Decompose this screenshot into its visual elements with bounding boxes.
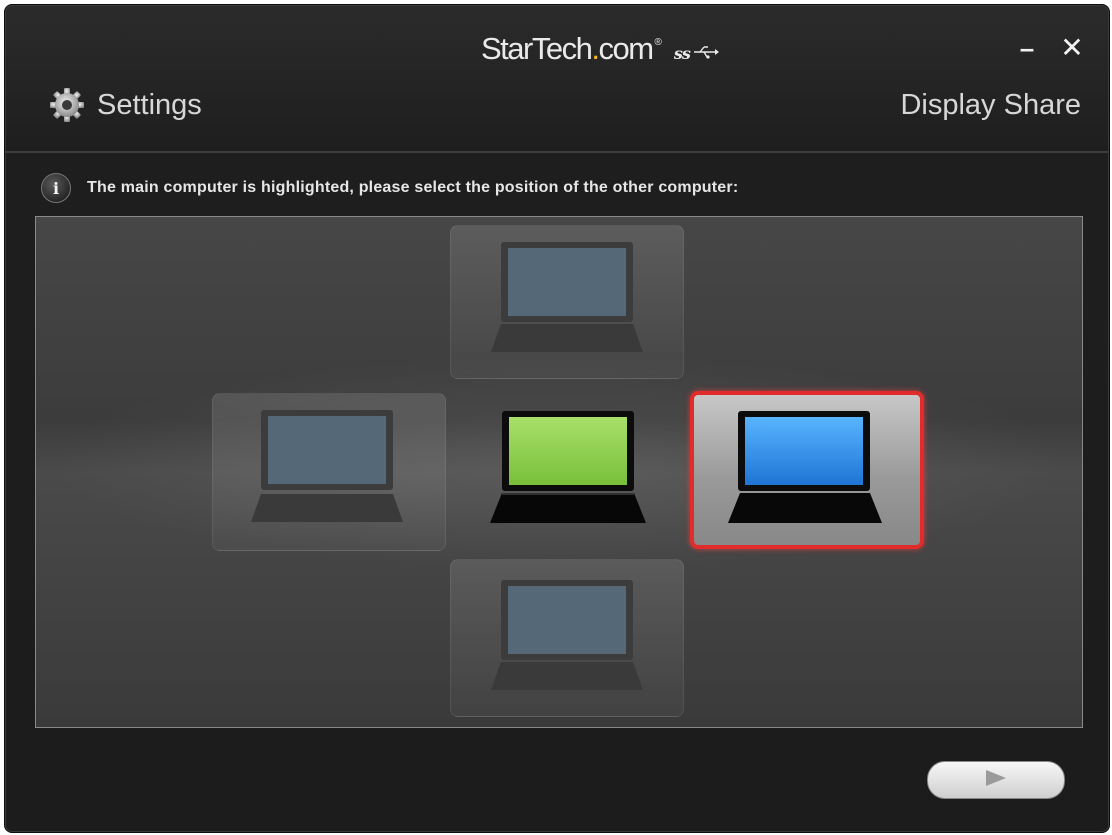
- close-button[interactable]: ✕: [1060, 34, 1084, 62]
- position-left-tile[interactable]: [212, 393, 446, 551]
- position-bottom-tile[interactable]: [450, 559, 684, 717]
- startech-logo: StarTech.com ® ss: [481, 31, 719, 71]
- play-arrow-icon: [984, 769, 1008, 792]
- position-right-tile[interactable]: [690, 391, 924, 549]
- info-icon: i: [41, 173, 71, 203]
- usb-icon: [693, 43, 719, 64]
- instruction-text: The main computer is highlighted, please…: [87, 179, 739, 196]
- logo-brand: StarTech.com: [481, 31, 654, 66]
- minimize-button[interactable]: –: [1015, 35, 1039, 61]
- app-window: StarTech.com ® ss – ✕ Settings Display S…: [4, 4, 1110, 833]
- superspeed-label: ss: [673, 44, 691, 63]
- instruction-bar: i The main computer is highlighted, plea…: [41, 173, 738, 203]
- position-selector: [35, 216, 1083, 728]
- settings-label: Settings: [97, 88, 202, 121]
- window-title: Display Share: [900, 89, 1081, 121]
- gear-icon: [49, 87, 85, 123]
- position-top-tile[interactable]: [450, 225, 684, 379]
- settings-button[interactable]: Settings: [49, 87, 202, 123]
- next-button[interactable]: [927, 761, 1065, 799]
- header-divider: [5, 151, 1109, 153]
